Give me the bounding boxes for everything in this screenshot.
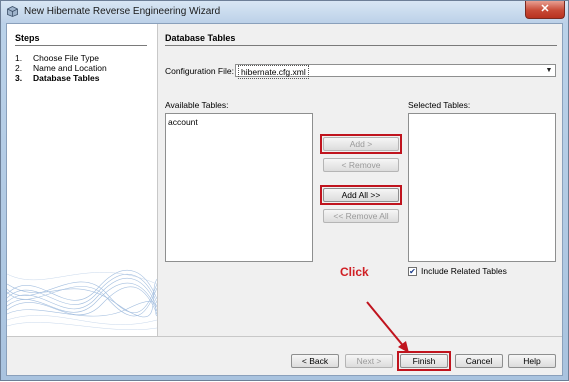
config-file-select[interactable]: hibernate.cfg.xml ▼ xyxy=(235,64,556,79)
checkmark-icon: ✔ xyxy=(409,267,416,276)
steps-title: Steps xyxy=(15,33,40,43)
wizard-window: New Hibernate Reverse Engineering Wizard… xyxy=(0,0,569,381)
available-tables-list[interactable]: account xyxy=(165,113,313,262)
step-label: Database Tables xyxy=(33,73,100,83)
step-choose-file-type: 1. Choose File Type xyxy=(15,53,99,63)
list-item[interactable]: account xyxy=(168,117,198,127)
config-file-value: hibernate.cfg.xml xyxy=(238,65,309,79)
include-related-label: Include Related Tables xyxy=(421,266,507,276)
page-title: Database Tables xyxy=(165,33,236,43)
include-related-checkbox[interactable]: ✔ xyxy=(408,267,417,276)
step-number: 1. xyxy=(15,53,23,63)
step-label: Name and Location xyxy=(33,63,107,73)
footer-divider xyxy=(7,336,562,337)
remove-button[interactable]: < Remove xyxy=(323,158,399,172)
add-all-button[interactable]: Add All >> xyxy=(323,188,399,202)
cancel-button[interactable]: Cancel xyxy=(455,354,503,368)
cube-icon xyxy=(7,6,18,17)
finish-button[interactable]: Finish xyxy=(400,354,448,368)
click-annotation: Click xyxy=(340,265,369,279)
title-divider xyxy=(165,45,557,46)
decorative-wave-graphic xyxy=(7,269,157,331)
title-bar[interactable]: New Hibernate Reverse Engineering Wizard… xyxy=(1,1,568,23)
step-number: 3. xyxy=(15,73,23,83)
steps-panel: Steps 1. Choose File Type 2. Name and Loca… xyxy=(7,24,158,336)
step-number: 2. xyxy=(15,63,23,73)
step-database-tables: 3. Database Tables xyxy=(15,73,99,83)
config-file-label: Configuration File: xyxy=(165,66,234,76)
close-button[interactable]: ✕ xyxy=(525,1,565,19)
step-label: Choose File Type xyxy=(33,53,99,63)
available-tables-label: Available Tables: xyxy=(165,100,229,110)
next-button[interactable]: Next > xyxy=(345,354,393,368)
steps-divider xyxy=(15,45,147,46)
wizard-body: Steps 1. Choose File Type 2. Name and Loca… xyxy=(6,23,563,376)
remove-all-button[interactable]: << Remove All xyxy=(323,209,399,223)
selected-tables-label: Selected Tables: xyxy=(408,100,471,110)
chevron-down-icon[interactable]: ▼ xyxy=(543,65,555,76)
close-icon: ✕ xyxy=(540,3,550,15)
window-title: New Hibernate Reverse Engineering Wizard xyxy=(24,6,221,17)
add-button[interactable]: Add > xyxy=(323,137,399,151)
selected-tables-list[interactable] xyxy=(408,113,556,262)
help-button[interactable]: Help xyxy=(508,354,556,368)
step-name-and-location: 2. Name and Location xyxy=(15,63,107,73)
back-button[interactable]: < Back xyxy=(291,354,339,368)
